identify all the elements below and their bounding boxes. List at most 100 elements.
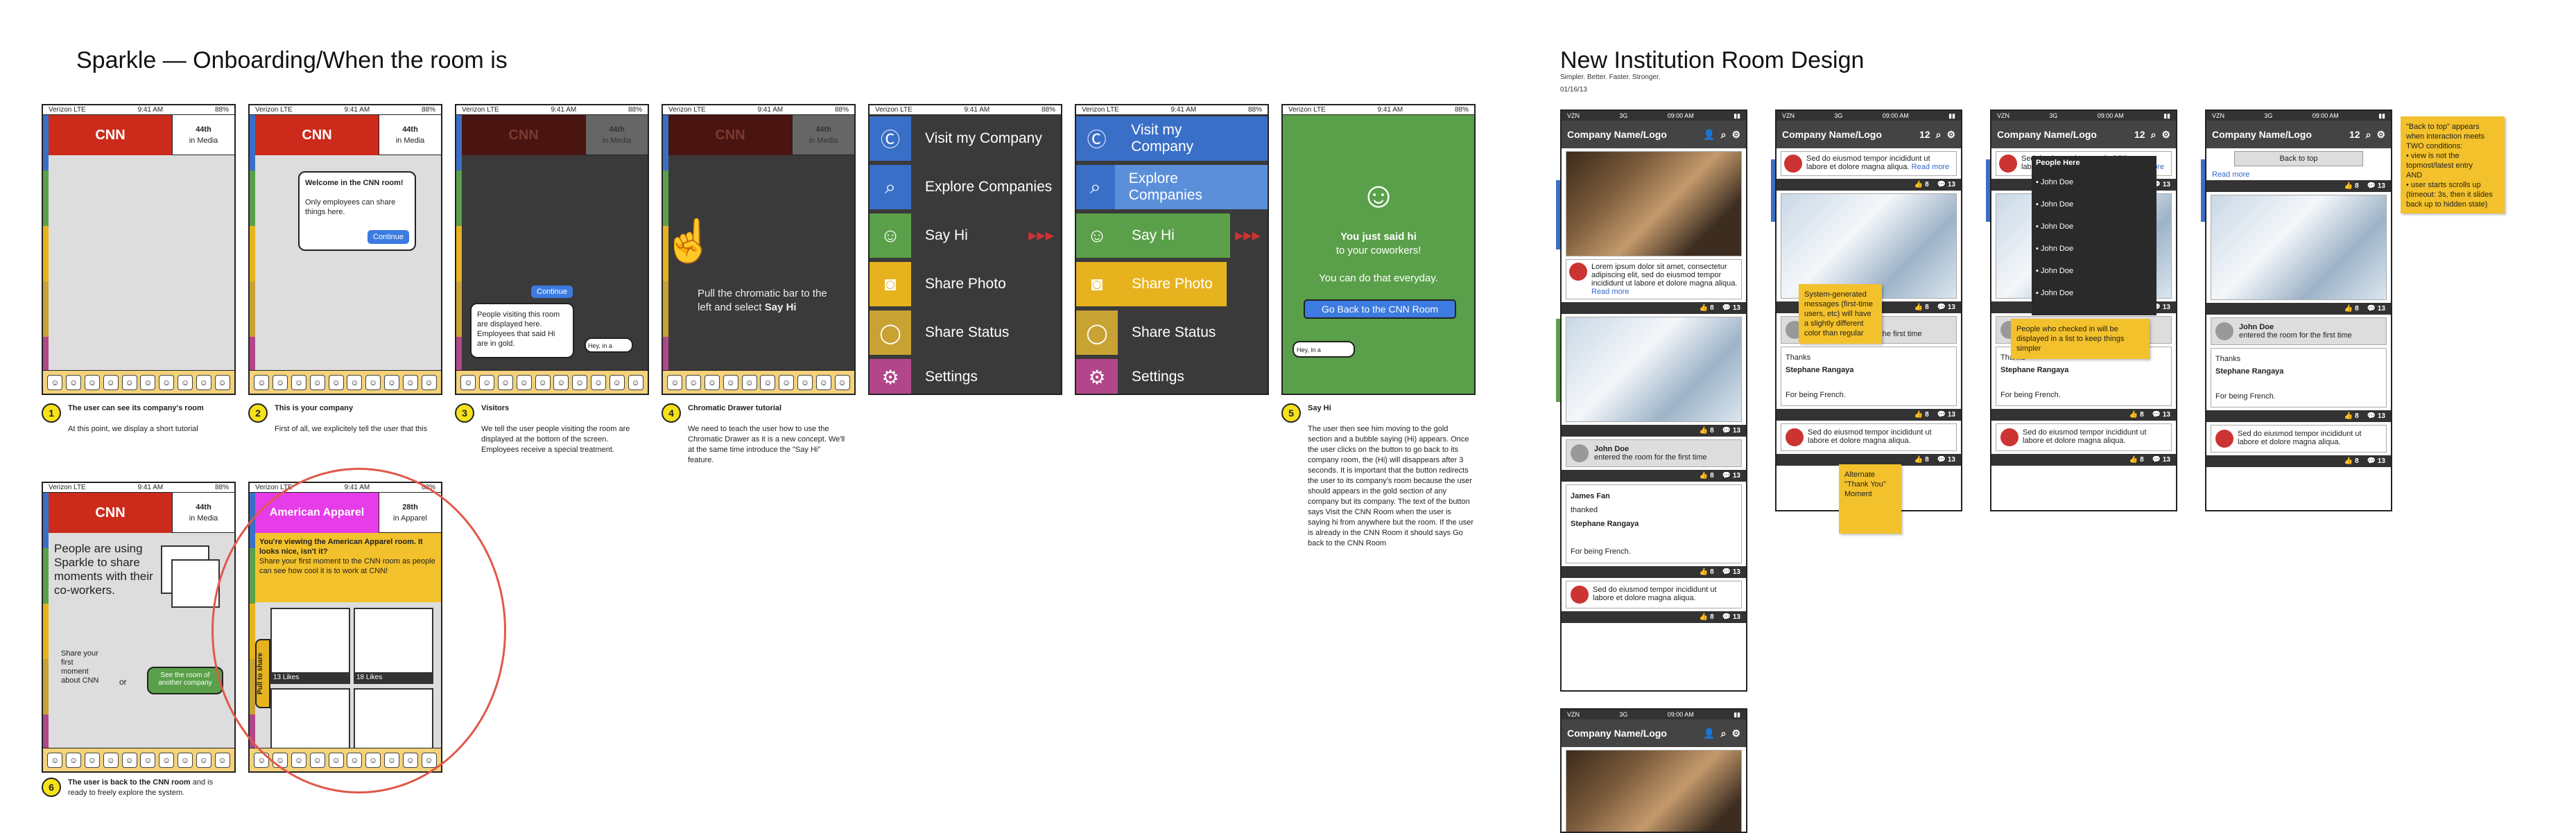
step-badge: 6 — [42, 778, 61, 797]
company-name: Company Name/Logo — [1567, 129, 1667, 140]
visitors-dialog: People visiting this room are displayed … — [470, 303, 574, 358]
menu-settings[interactable]: Settings — [1118, 369, 1184, 385]
search-icon[interactable]: ⌕ — [2151, 129, 2156, 141]
tutorial-text: Pull the chromatic bar to the left and s… — [698, 288, 827, 313]
camera-icon: ◙ — [1076, 262, 1118, 306]
menu-share-photo[interactable]: Share Photo — [1118, 262, 1227, 306]
sayhi-message: You just said hi to your coworkers! You ca… — [1319, 231, 1438, 284]
phone-screen-7-sayhi: Verizon LTE 9:41 AM 88% ☺ You just said hi… — [1281, 104, 1476, 395]
visitor-dock[interactable]: ☺ ☺ ☺ ☺ ☺ ☺ ☺ ☺ ☺ ☺ — [43, 370, 234, 394]
gear-icon: ⚙ — [870, 359, 911, 394]
welcome-dialog: Welcome in the CNN room! Only employees c… — [298, 171, 416, 251]
menu-share-status[interactable]: Share Status — [1118, 324, 1216, 341]
back-to-top-button[interactable]: Back to top — [2234, 151, 2363, 166]
sticky-note: "Back to top" appears when interaction m… — [2401, 116, 2505, 213]
caption-3: Visitors We tell the user people visiting… — [481, 404, 630, 454]
caption-4: Chromatic Drawer tutorial We need to teac… — [688, 404, 845, 464]
phone-screen-6-menu: Verizon LTE 9:41 AM 88% Ⓒ Visit my Company … — [1075, 104, 1269, 395]
speech-icon: ◯ — [1076, 310, 1118, 355]
brand-logo: CNN — [255, 115, 379, 155]
inst-phone-1: VZN 3G 09:00 AM ▮▮ Company Name/Logo 👤 ⌕ ⚙ Lor… — [1560, 109, 1747, 692]
company-name: Company Name/Logo — [1567, 728, 1667, 739]
inst-phone-1b: VZN 3G 09:00 AM ▮▮ Company Name/Logo 👤 ⌕ ⚙ — [1560, 708, 1747, 833]
menu-share-photo[interactable]: Share Photo — [911, 276, 1006, 292]
highlight-circle — [211, 468, 506, 793]
caption-6: The user is back to the CNN room and is … — [68, 778, 214, 797]
gear-icon[interactable]: ⚙ — [1946, 129, 1955, 141]
inst-phone-4: VZN 3G 09:00 AM ▮▮ Company Name/Logo 12 ⌕ ⚙ Ba… — [2205, 109, 2392, 511]
menu-share-status[interactable]: Share Status — [911, 324, 1009, 341]
rank-box: 44th in Media — [172, 115, 234, 155]
company-name: Company Name/Logo — [1782, 129, 1882, 140]
phone-screen-1: Verizon LTE 9:41 AM 88% CNN 44th in Media ☺ ☺… — [42, 104, 236, 395]
right-subtitle: Simpler. Better. Faster. Stronger. — [1560, 73, 1661, 81]
right-title: New Institution Room Design — [1560, 47, 1865, 73]
post-photo[interactable] — [1566, 317, 1741, 421]
search-icon: ⌕ — [1076, 165, 1115, 209]
continue-button[interactable]: Continue — [531, 286, 573, 298]
menu-settings[interactable]: Settings — [911, 369, 978, 385]
right-date: 01/16/13 — [1560, 86, 1587, 94]
search-icon[interactable]: ⌕ — [1721, 129, 1727, 141]
search-icon[interactable]: ⌕ — [1936, 129, 1942, 141]
hi-bubble: Hey, in a — [1293, 341, 1355, 358]
search-icon: ⌕ — [870, 165, 911, 209]
menu-explore[interactable]: Explore Companies — [911, 179, 1052, 195]
people-icon[interactable]: 👤 — [1703, 129, 1715, 141]
menu-explore[interactable]: Explore Companies — [1114, 165, 1268, 209]
phone-screen-4: Verizon LTE 9:41 AM 88% CNN 44th in Media ☝ … — [662, 104, 856, 395]
menu-say-hi[interactable]: Say Hi — [911, 227, 968, 244]
gear-icon[interactable]: ⚙ — [1731, 728, 1740, 739]
phone-screen-3: Verizon LTE 9:41 AM 88% CNN 44th in Media Co… — [455, 104, 649, 395]
menu-visit-company[interactable]: Visit my Company — [1117, 116, 1268, 161]
brand-logo: CNN — [668, 115, 792, 155]
gear-icon: ⚙ — [1076, 359, 1118, 394]
smile-icon: ☺ — [1360, 175, 1397, 216]
cc-icon: Ⓒ — [1076, 116, 1118, 161]
brand-logo: CNN — [49, 115, 172, 155]
badge[interactable]: 12 — [1919, 129, 1930, 140]
search-icon[interactable]: ⌕ — [1721, 728, 1727, 739]
phone-screen-2: Verizon LTE 9:41 AM 88% CNN 44th in Media We… — [248, 104, 442, 395]
back-to-room-button[interactable]: Go Back to the CNN Room — [1304, 299, 1456, 319]
caption-2: This is your company First of all, we exp… — [275, 404, 428, 433]
intro-text: People are using Sparkle to share moment… — [54, 542, 153, 597]
speech-icon: ◯ — [870, 310, 911, 355]
sticky-note: Alternate "Thank You" Moment — [1839, 464, 1901, 534]
phone-screen-5-menu: Verizon LTE 9:41 AM 88% Ⓒ Visit my Company … — [868, 104, 1062, 395]
share-moment-text: Share your first moment about CNN — [61, 649, 99, 685]
brand-logo: CNN — [462, 115, 585, 155]
post-photo[interactable] — [1566, 152, 1741, 256]
gear-icon[interactable]: ⚙ — [2376, 129, 2385, 141]
search-icon[interactable]: ⌕ — [2366, 129, 2371, 141]
people-icon[interactable]: 👤 — [1703, 728, 1715, 739]
badge[interactable]: 12 — [2349, 129, 2360, 140]
phone-screen-8: Verizon LTE 9:41 AM 88% CNN 44th in Media Pe… — [42, 482, 236, 773]
step-badge: 5 — [1281, 403, 1301, 423]
camera-icon: ◙ — [870, 262, 911, 306]
people-here-dropdown[interactable]: People Here ▪ John Doe ▪ John Doe ▪ John D… — [2032, 156, 2156, 315]
see-other-company-button[interactable]: See the room of another company — [147, 667, 223, 694]
cc-icon: Ⓒ — [870, 116, 911, 161]
smile-icon: ☺ — [1076, 213, 1118, 258]
left-title: Sparkle — Onboarding/When the room is — [76, 47, 508, 73]
gear-icon[interactable]: ⚙ — [2161, 129, 2170, 141]
menu-visit-company[interactable]: Visit my Company — [911, 130, 1042, 147]
step-badge: 1 — [42, 403, 61, 423]
caption-5: Say Hi The user then see him moving to th… — [1308, 404, 1474, 547]
hand-gesture-icon: ☝ — [663, 218, 715, 264]
step-badge: 4 — [662, 403, 681, 423]
read-more-link[interactable]: Read more — [2206, 169, 2391, 180]
company-name: Company Name/Logo — [1997, 129, 2097, 140]
company-name: Company Name/Logo — [2212, 129, 2312, 140]
or-text: or — [119, 677, 127, 687]
sticky-note: People who checked in will be displayed … — [2011, 319, 2150, 359]
hi-bubble: Hey, in a — [585, 337, 633, 353]
continue-button[interactable]: Continue — [367, 230, 409, 244]
gear-icon[interactable]: ⚙ — [1731, 129, 1740, 141]
smile-icon: ☺ — [870, 213, 911, 258]
step-badge: 3 — [455, 403, 474, 423]
brand-logo: CNN — [49, 493, 172, 533]
menu-say-hi[interactable]: Say Hi — [1118, 213, 1230, 258]
badge[interactable]: 12 — [2134, 129, 2145, 140]
